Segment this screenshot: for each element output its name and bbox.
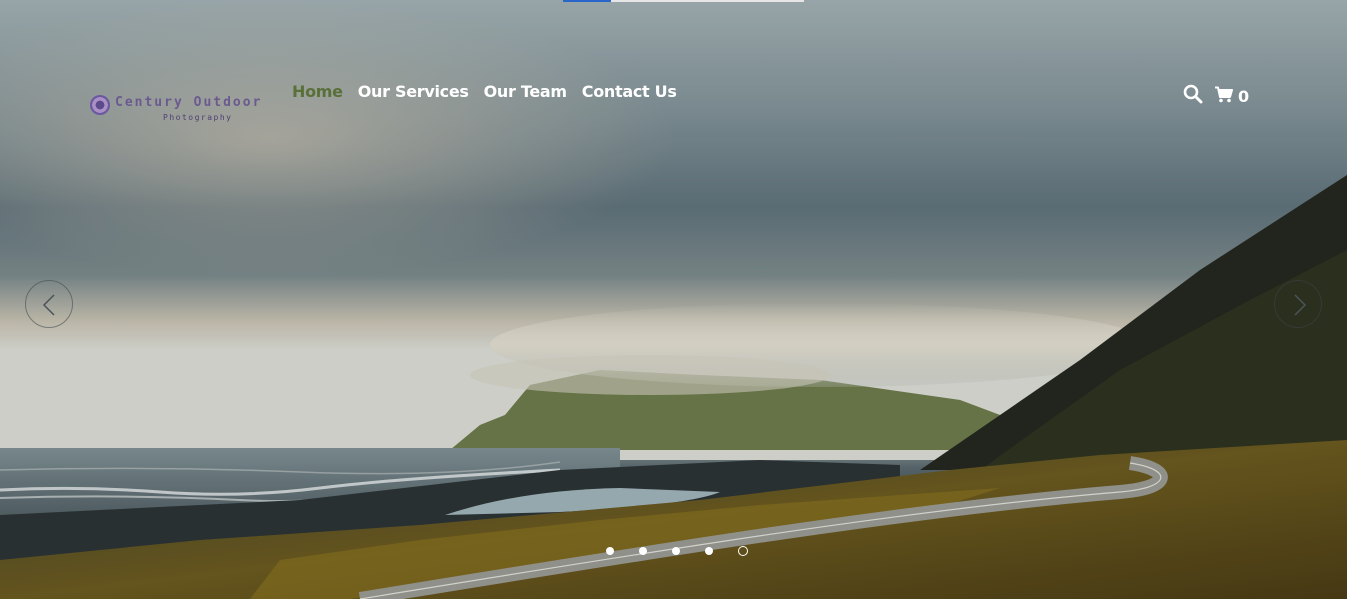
slider-pagination — [606, 546, 748, 556]
nav-item-contact-us[interactable]: Contact Us — [582, 82, 677, 101]
cart-icon — [1215, 86, 1233, 107]
chevron-left-icon — [42, 294, 55, 316]
slider-dot-1[interactable] — [606, 547, 614, 555]
loading-progress-bar — [563, 0, 804, 2]
main-navigation: Home Our Services Our Team Contact Us — [292, 82, 677, 101]
cart-button[interactable]: 0 — [1215, 86, 1249, 107]
hero-slider: Century Outdoor Photography Home Our Ser… — [0, 0, 1347, 599]
nav-item-our-team[interactable]: Our Team — [484, 82, 567, 101]
chevron-right-icon — [1294, 294, 1307, 316]
slider-prev-button[interactable] — [25, 280, 73, 328]
slider-dot-3[interactable] — [672, 547, 680, 555]
slider-dot-4[interactable] — [705, 547, 713, 555]
logo-name: Century Outdoor — [115, 95, 263, 110]
slider-dot-2[interactable] — [639, 547, 647, 555]
loading-progress-fill — [563, 0, 612, 2]
logo-tagline: Photography — [163, 113, 233, 122]
nav-item-home[interactable]: Home — [292, 82, 343, 101]
cart-count: 0 — [1238, 86, 1250, 106]
search-icon[interactable] — [1183, 84, 1203, 108]
logo-mark-icon — [90, 95, 110, 115]
header-tools: 0 — [1183, 84, 1249, 108]
nav-item-our-services[interactable]: Our Services — [358, 82, 469, 101]
slider-dot-5[interactable] — [738, 546, 748, 556]
site-logo[interactable]: Century Outdoor Photography — [90, 93, 270, 127]
slider-next-button[interactable] — [1274, 280, 1322, 328]
